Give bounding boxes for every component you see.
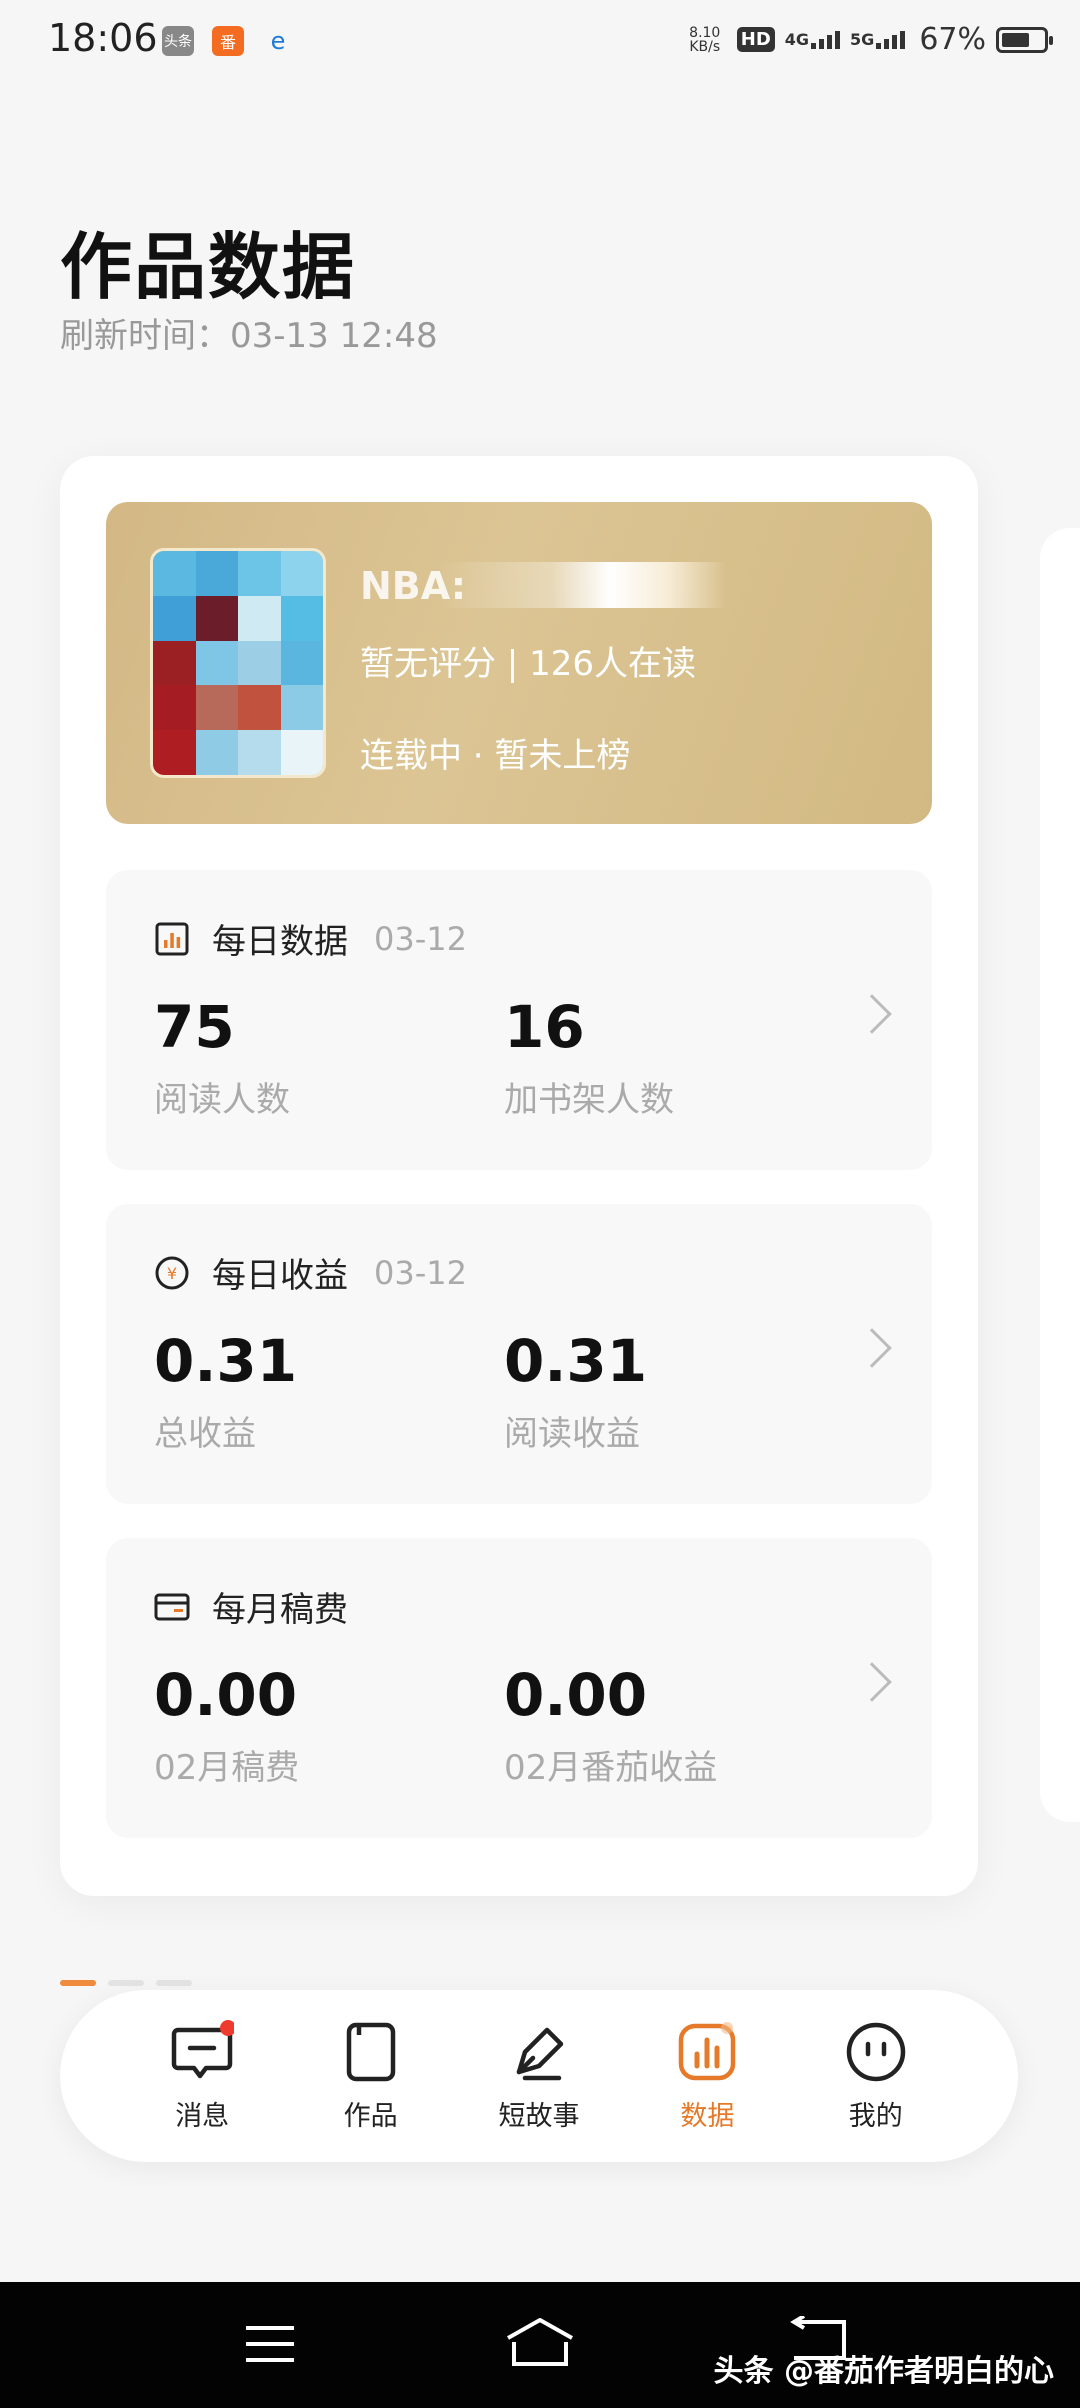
- nav-data[interactable]: 数据: [647, 2020, 767, 2133]
- page-title: 作品数据: [60, 224, 357, 309]
- status-time: 18:06: [48, 16, 158, 60]
- battery-percent: 67%: [919, 22, 986, 57]
- signal-5g-icon: 5G: [850, 30, 906, 49]
- status-bar: 18:06 头条 番 e 8.10 KB/s HD 4G 5G 67%: [0, 0, 1080, 80]
- monthly-fee-section[interactable]: 每月稿费 0.00 02月稿费 0.00 02月番茄收益: [106, 1538, 932, 1838]
- book-rating-readers: 暂无评分 | 126人在读: [360, 644, 696, 684]
- card-icon: [154, 1593, 190, 1620]
- pen-icon: [516, 2027, 564, 2080]
- menu-icon[interactable]: [244, 2322, 296, 2366]
- monthly-fee-label: 02月稿费: [154, 1748, 300, 1788]
- bookshelf-label: 加书架人数: [504, 1080, 674, 1120]
- bookshelf-count: 16: [504, 993, 585, 1061]
- daily-data-title: 每日数据: [212, 922, 348, 962]
- hd-icon: HD: [736, 27, 775, 52]
- fanqie-income-label: 02月番茄收益: [504, 1748, 718, 1788]
- signal-4g-icon: 4G: [785, 30, 841, 49]
- nav-messages-label: 消息: [175, 2100, 230, 2132]
- network-speed: 8.10 KB/s: [689, 24, 721, 55]
- page-dot: [156, 1980, 192, 1986]
- page-dot-active: [60, 1980, 96, 1986]
- next-card-peek[interactable]: [1040, 528, 1080, 1822]
- bar-chart-icon: [155, 922, 189, 955]
- book-status: 连载中 · 暂未上榜: [360, 736, 631, 776]
- face-icon: [846, 2022, 905, 2081]
- toutiao-app-icon: 头条: [162, 26, 194, 56]
- chevron-right-icon[interactable]: [852, 1662, 892, 1702]
- chevron-right-icon[interactable]: [852, 1328, 892, 1368]
- yuan-coin-icon: ¥: [155, 1256, 189, 1289]
- chevron-right-icon[interactable]: [852, 994, 892, 1034]
- daily-data-date: 03-12: [374, 919, 467, 958]
- daily-income-section[interactable]: ¥ 每日收益 03-12 0.31 总收益 0.31 阅读收益: [106, 1204, 932, 1504]
- reading-income-label: 阅读收益: [504, 1414, 640, 1454]
- nav-short-story[interactable]: 短故事: [479, 2020, 599, 2133]
- book-icon: [346, 2022, 395, 2081]
- monthly-fee-title: 每月稿费: [212, 1590, 348, 1630]
- nav-messages[interactable]: 消息: [142, 2019, 262, 2133]
- readers-label: 阅读人数: [154, 1080, 290, 1120]
- nav-data-label: 数据: [680, 2100, 735, 2132]
- status-indicators: 8.10 KB/s HD 4G 5G 67%: [683, 22, 1053, 57]
- page-indicator: [60, 1980, 192, 1986]
- fanqie-income-value: 0.00: [504, 1661, 648, 1729]
- readers-count: 75: [154, 993, 235, 1061]
- watermark: 头条 @番茄作者明白的心: [713, 2354, 1054, 2389]
- nav-works-label: 作品: [343, 2100, 398, 2132]
- nav-me-label: 我的: [848, 2100, 903, 2132]
- daily-income-title: 每日收益: [212, 1256, 348, 1296]
- page-dot: [108, 1980, 144, 1986]
- book-cover: [150, 548, 326, 778]
- total-income-label: 总收益: [154, 1414, 256, 1454]
- daily-income-date: 03-12: [374, 1253, 467, 1292]
- book-info-banner[interactable]: NBA: 暂无评分 | 126人在读 连载中 · 暂未上榜: [106, 502, 932, 824]
- battery-icon: [996, 26, 1053, 53]
- total-income-value: 0.31: [154, 1327, 298, 1395]
- refresh-time: 刷新时间：03-13 12:48: [60, 316, 438, 356]
- nav-short-story-label: 短故事: [498, 2100, 580, 2132]
- bottom-nav: 消息 作品 短故事 数据 我的: [60, 1990, 1018, 2162]
- nav-works[interactable]: 作品: [311, 2020, 431, 2133]
- reading-income-value: 0.31: [504, 1327, 648, 1395]
- status-app-icons: 头条 番 e: [162, 26, 294, 56]
- daily-data-section[interactable]: 每日数据 03-12 75 阅读人数 16 加书架人数: [106, 870, 932, 1170]
- svg-text:¥: ¥: [167, 1264, 177, 1283]
- fanqie-app-icon: 番: [212, 26, 244, 56]
- chart-icon: [679, 2021, 736, 2080]
- book-title-redaction: [436, 562, 726, 608]
- monthly-fee-value: 0.00: [154, 1661, 298, 1729]
- telecom-icon: e: [270, 27, 286, 55]
- home-icon[interactable]: [504, 2316, 576, 2368]
- message-icon: [171, 2019, 235, 2078]
- work-data-card: NBA: 暂无评分 | 126人在读 连载中 · 暂未上榜 每日数据 03-12…: [60, 456, 978, 1896]
- nav-me[interactable]: 我的: [816, 2020, 936, 2133]
